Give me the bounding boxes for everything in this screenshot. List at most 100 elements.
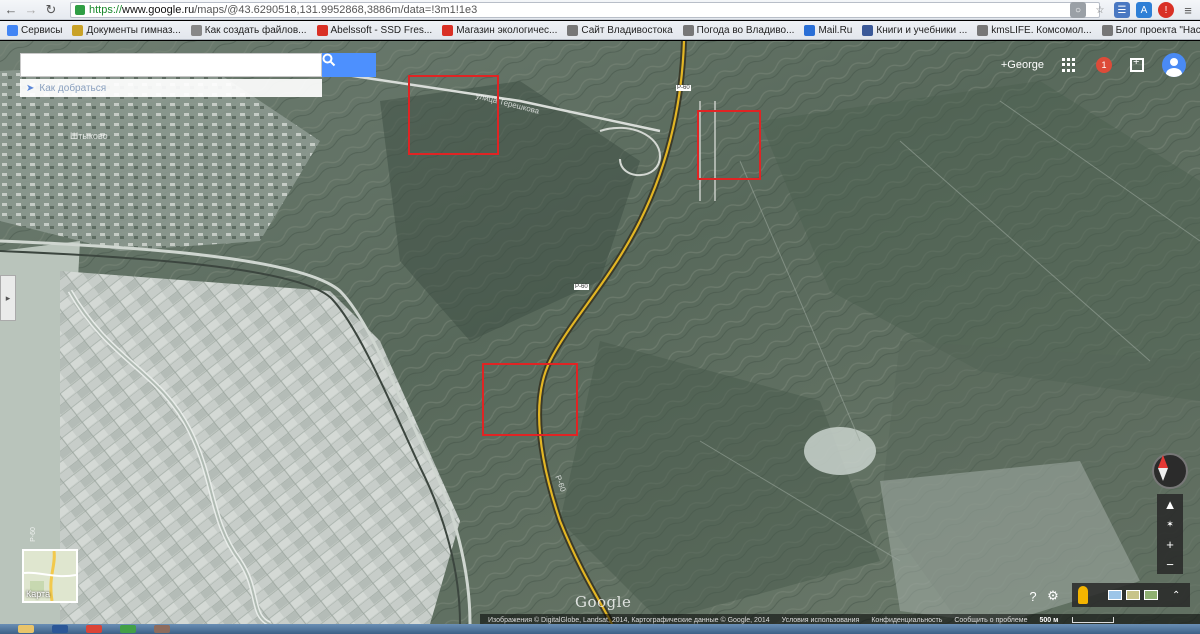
back-icon[interactable]: ← — [2, 1, 20, 19]
taskbar-word-icon[interactable] — [52, 625, 68, 633]
url-path: /maps/@43.6290518,131.9952868,3886m/data… — [194, 4, 478, 16]
bookmark-item[interactable]: Abelssoft - SSD Fres... — [312, 22, 438, 39]
bookmark-icon — [1101, 24, 1113, 36]
layer-thumb-3[interactable] — [1144, 590, 1158, 600]
bookmark-icon — [190, 24, 202, 36]
translate-icon[interactable]: A — [1136, 2, 1152, 18]
bookmark-icon — [862, 24, 874, 36]
layer-thumb-1[interactable] — [1108, 590, 1122, 600]
directions-link[interactable]: ➤ Как добраться — [20, 79, 322, 97]
bookmark-item[interactable]: Документы гимназ... — [67, 22, 185, 39]
directions-label: Как добраться — [39, 82, 107, 94]
google-logo: Google — [575, 593, 632, 611]
scale-label: 500 м — [1039, 616, 1059, 624]
bookmark-label: Сайт Владивостока — [581, 24, 673, 36]
bookmark-item[interactable]: Сервисы — [2, 22, 67, 39]
bookmark-icon — [567, 24, 579, 36]
compass-icon[interactable] — [1152, 453, 1188, 489]
bookmark-label: Книги и учебники ... — [876, 24, 968, 36]
bookmark-label: Магазин экологичес... — [456, 24, 558, 36]
bookmark-item[interactable]: kmsLIFE. Комсомол... — [972, 22, 1096, 39]
bookmark-label: Mail.Ru — [818, 24, 853, 36]
bookmark-icon — [442, 24, 454, 36]
search-input[interactable] — [20, 53, 322, 77]
taskbar-media-icon[interactable] — [154, 625, 170, 633]
pegman-bar: ⌃ — [1072, 583, 1190, 607]
satellite-map[interactable]: улица Терешкова Штыково Р-60 Р-60 Р-60 Р… — [0, 41, 1200, 624]
bookmark-item[interactable]: Блог проекта "Нас... — [1097, 22, 1200, 39]
terms-link[interactable]: Условия использования — [782, 617, 860, 624]
search-icon — [322, 53, 336, 67]
zoom-out-button[interactable]: − — [1157, 554, 1183, 574]
privacy-link[interactable]: Конфиденциальность — [871, 617, 942, 624]
taskbar-chrome-icon[interactable] — [86, 625, 102, 633]
bookmark-icon — [804, 24, 816, 36]
map-view-toggle[interactable]: Карта — [22, 549, 78, 603]
bookmark-icon — [7, 24, 18, 36]
bookmark-label: kmsLIFE. Комсомол... — [991, 24, 1092, 36]
plus-user-link[interactable]: +George — [1001, 59, 1044, 71]
satellite-imagery[interactable] — [0, 41, 1200, 624]
zoom-in-button[interactable]: + — [1157, 534, 1183, 554]
gear-icon[interactable]: ⚙ — [1046, 588, 1060, 603]
avatar[interactable] — [1162, 53, 1186, 77]
bookmark-label: Погода во Владиво... — [696, 24, 795, 36]
rotate-icon[interactable]: ✶ — [1157, 514, 1183, 534]
address-bar[interactable]: https://www.google.ru/maps/@43.6290518,1… — [70, 2, 1100, 18]
village-label: Штыково — [70, 131, 108, 141]
minimap-label: Карта — [26, 589, 51, 599]
imagery-credit: Изображения © DigitalGlobe, Landsat, 201… — [488, 616, 770, 624]
bookmark-icon — [72, 24, 84, 36]
marker-box-top-right — [697, 110, 761, 180]
bookmark-icon — [977, 24, 989, 36]
menu-icon[interactable]: ≡ — [1180, 2, 1196, 18]
layer-thumb-2[interactable] — [1126, 590, 1140, 600]
bookmarks-bar: Сервисы Документы гимназ... Как создать фа… — [0, 21, 1200, 40]
pegman-icon[interactable] — [1078, 586, 1088, 604]
url-host: www.google.ru — [122, 4, 195, 16]
share-icon[interactable] — [1130, 56, 1144, 72]
notification-badge[interactable]: 1 — [1096, 57, 1112, 73]
scale-bar — [1072, 617, 1115, 623]
extension-icon[interactable]: ☰ — [1114, 2, 1130, 18]
highway-badge-mid: Р-60 — [574, 284, 589, 290]
shield-icon[interactable]: ○ — [1070, 2, 1086, 18]
bookmark-item[interactable]: Книги и учебники ... — [857, 22, 972, 39]
taskbar-app-icon[interactable] — [120, 625, 136, 633]
bookmark-item[interactable]: Сайт Владивостока — [562, 22, 677, 39]
star-icon[interactable]: ☆ — [1092, 2, 1108, 18]
bookmark-item[interactable]: Mail.Ru — [799, 22, 857, 39]
map-footer: Изображения © DigitalGlobe, Landsat, 201… — [480, 614, 1200, 624]
bookmark-item[interactable]: Как создать файлов... — [186, 22, 312, 39]
left-strip-label: Р-60 — [29, 527, 37, 542]
bookmark-label: Блог проекта "Нас... — [1115, 24, 1200, 36]
bookmark-icon — [682, 24, 694, 36]
report-link[interactable]: Сообщить о проблеме — [954, 617, 1027, 624]
bookmark-label: Документы гимназ... — [86, 24, 181, 36]
url-scheme: https:// — [89, 4, 123, 16]
search-button[interactable] — [322, 53, 376, 77]
tilt-up-icon[interactable]: ▲ — [1157, 494, 1183, 514]
bookmark-label: Как создать файлов... — [204, 24, 307, 36]
bookmark-label: Abelssoft - SSD Fres... — [330, 24, 433, 36]
bookmark-item[interactable]: Магазин экологичес... — [437, 22, 562, 39]
reload-icon[interactable]: ↻ — [42, 1, 60, 19]
highway-badge-top: Р-60 — [676, 85, 691, 91]
marker-box-bottom — [482, 363, 578, 436]
side-panel-toggle[interactable]: ▸ — [0, 275, 16, 321]
directions-icon: ➤ — [26, 82, 35, 94]
compass-needle-icon — [1158, 455, 1168, 481]
adblock-icon[interactable]: ! — [1158, 2, 1174, 18]
apps-grid-icon[interactable] — [1062, 58, 1076, 72]
browser-toolbar: ← → ↻ https://www.google.ru/maps/@43.629… — [0, 0, 1200, 20]
marker-box-top-left — [408, 75, 499, 155]
taskbar-explorer-icon[interactable] — [18, 625, 34, 633]
user-bar: +George 1 — [1001, 53, 1186, 77]
lock-icon — [75, 5, 85, 15]
help-icon[interactable]: ? — [1026, 589, 1040, 604]
forward-icon[interactable]: → — [22, 1, 40, 19]
expand-icon[interactable]: ⌃ — [1172, 590, 1180, 601]
zoom-controls: ▲ ✶ + − — [1157, 494, 1183, 574]
bookmark-icon — [316, 24, 328, 36]
bookmark-item[interactable]: Погода во Владиво... — [678, 22, 800, 39]
